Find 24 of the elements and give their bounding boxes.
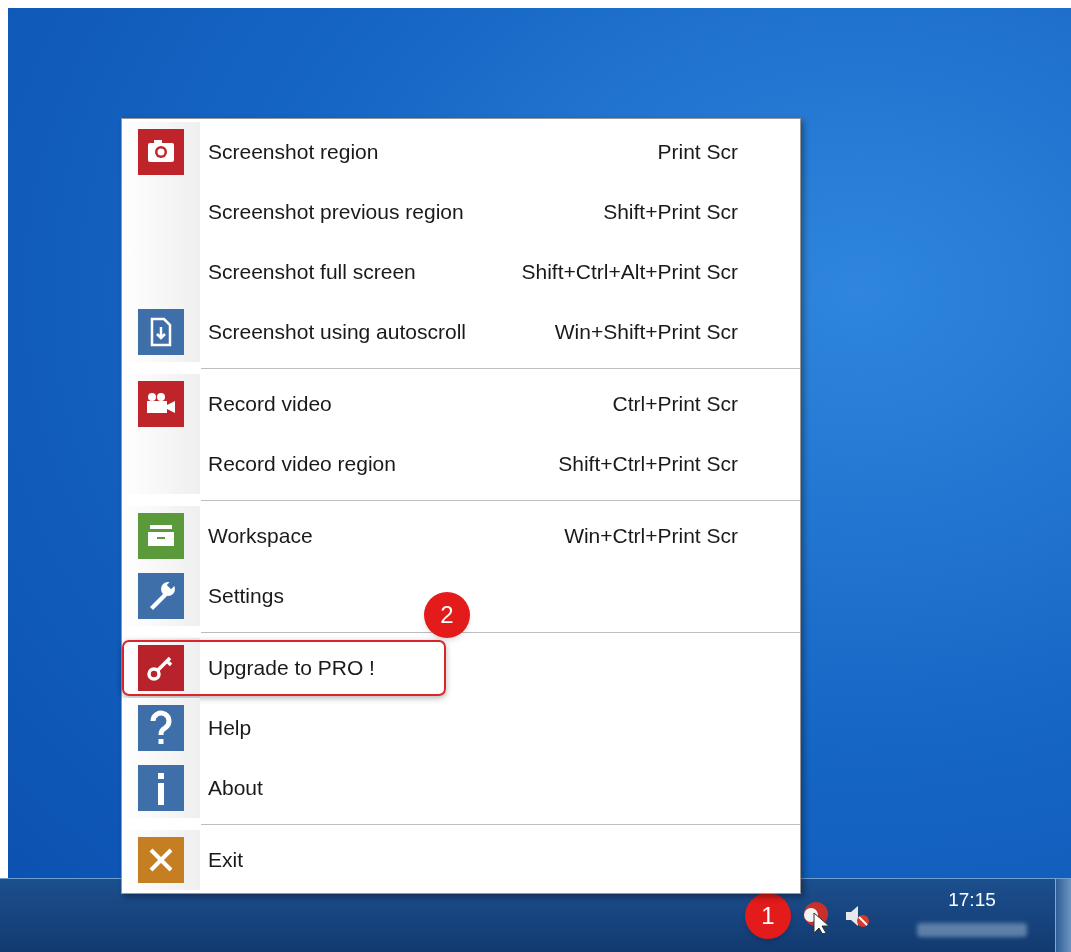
menu-item[interactable]: Help [122,698,800,758]
close-icon [138,837,184,883]
camera-icon [138,129,184,175]
menu-item[interactable]: Screenshot region Print Scr [122,122,800,182]
document-download-icon [138,309,184,355]
menu-item[interactable]: Screenshot previous region Shift+Print Scr [122,182,800,242]
menu-item[interactable]: Exit [122,830,800,890]
menu-item[interactable]: Upgrade to PRO ! [122,638,800,698]
show-desktop-button[interactable] [1055,879,1071,952]
menu-item[interactable]: Screenshot full screen Shift+Ctrl+Alt+Print Scr [122,242,800,302]
menu-item[interactable]: Workspace Win+Ctrl+Print Scr [122,506,800,566]
clock-time[interactable]: 17:15 [948,886,996,915]
key-icon [138,645,184,691]
step-badge: 2 [424,592,470,638]
menu-item[interactable]: Screenshot using autoscroll Win+Shift+Print Scr [122,302,800,362]
video-camera-icon [138,381,184,427]
menu-item[interactable]: About [122,758,800,818]
help-icon [138,705,184,751]
menu-item[interactable]: Record video Ctrl+Print Scr [122,374,800,434]
info-icon [138,765,184,811]
wrench-icon [138,573,184,619]
step-badge: 1 [745,892,791,939]
printer-tray-icon [138,513,184,559]
menu-item[interactable]: Record video region Shift+Ctrl+Print Scr [122,434,800,494]
